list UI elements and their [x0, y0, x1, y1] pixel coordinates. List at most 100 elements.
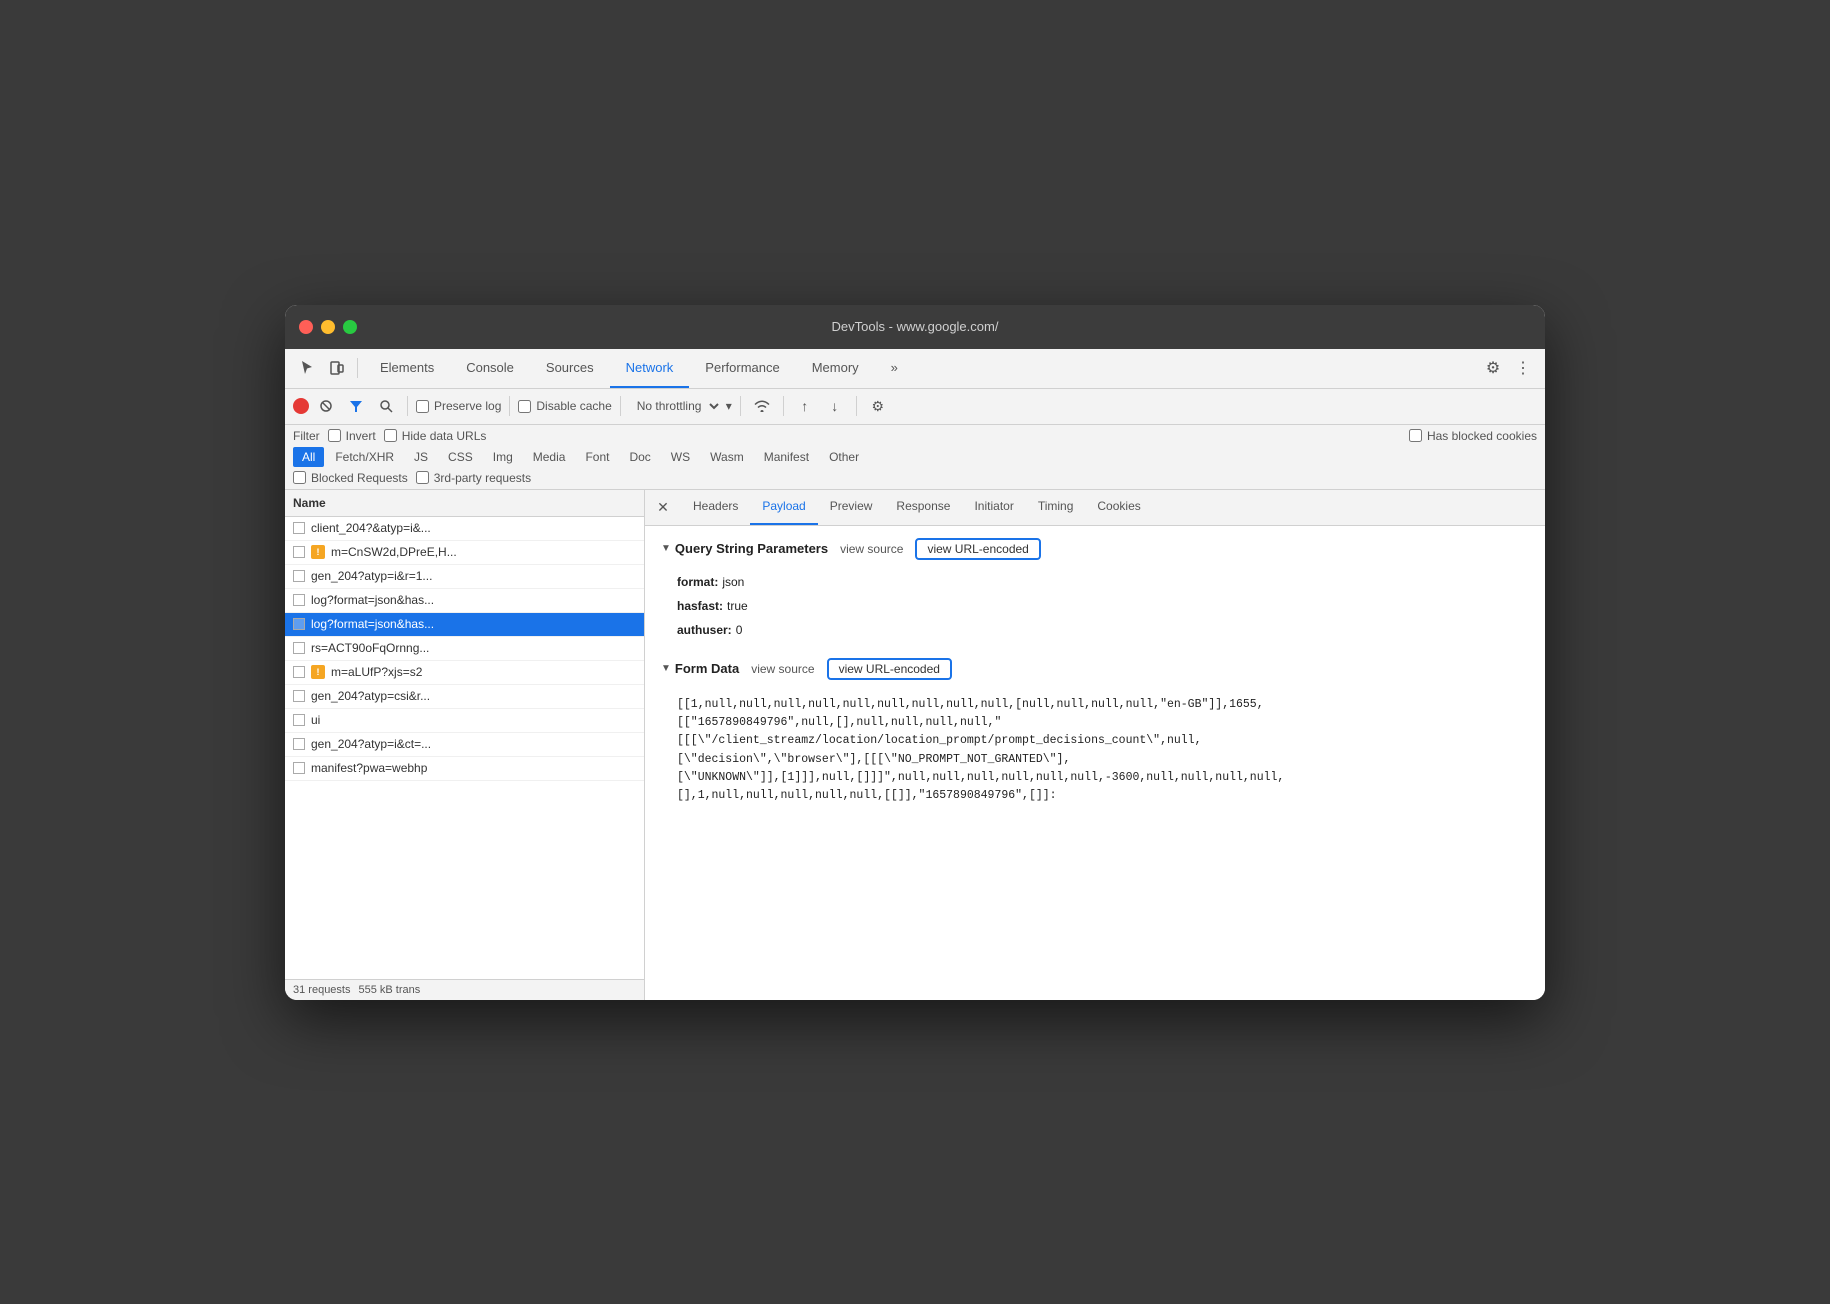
blocked-requests-checkbox[interactable] — [293, 471, 306, 484]
req-checkbox-8[interactable] — [293, 690, 305, 702]
tab-cookies[interactable]: Cookies — [1085, 490, 1152, 526]
record-button[interactable] — [293, 398, 309, 414]
filter-btn-all[interactable]: All — [293, 447, 324, 467]
req-checkbox-5[interactable] — [293, 618, 305, 630]
req-checkbox-3[interactable] — [293, 570, 305, 582]
form-data-view-source[interactable]: view source — [751, 662, 814, 676]
third-party-label[interactable]: 3rd-party requests — [416, 471, 531, 485]
tab-more[interactable]: » — [875, 349, 914, 389]
minimize-button[interactable] — [321, 320, 335, 334]
req-checkbox-6[interactable] — [293, 642, 305, 654]
filter-btn-media[interactable]: Media — [524, 447, 575, 467]
req-name-9: ui — [311, 713, 636, 727]
hide-data-urls-label[interactable]: Hide data URLs — [384, 429, 487, 443]
tab-console[interactable]: Console — [450, 349, 530, 389]
network-settings-icon[interactable]: ⚙ — [865, 393, 891, 419]
request-item-5[interactable]: log?format=json&has... — [285, 613, 644, 637]
third-party-checkbox[interactable] — [416, 471, 429, 484]
more-options-icon[interactable]: ⋮ — [1509, 354, 1537, 382]
wifi-icon[interactable] — [749, 393, 775, 419]
preserve-log-label[interactable]: Preserve log — [416, 399, 501, 413]
param-value-format: json — [722, 573, 744, 591]
tab-timing[interactable]: Timing — [1026, 490, 1086, 526]
tab-preview[interactable]: Preview — [818, 490, 885, 526]
tab-response[interactable]: Response — [884, 490, 962, 526]
preserve-log-checkbox[interactable] — [416, 400, 429, 413]
req-name-2: m=CnSW2d,DPreE,H... — [331, 545, 636, 559]
download-icon[interactable]: ↓ — [822, 393, 848, 419]
filter-btn-css[interactable]: CSS — [439, 447, 482, 467]
request-item-2[interactable]: ! m=CnSW2d,DPreE,H... — [285, 541, 644, 565]
request-item-8[interactable]: gen_204?atyp=csi&r... — [285, 685, 644, 709]
req-checkbox-2[interactable] — [293, 546, 305, 558]
detail-panel: ✕ Headers Payload Preview Response Initi… — [645, 490, 1545, 1000]
top-toolbar: Elements Console Sources Network Perform… — [285, 349, 1545, 389]
filter-btn-doc[interactable]: Doc — [620, 447, 659, 467]
device-toggle-icon[interactable] — [323, 354, 351, 382]
filter-icon[interactable] — [343, 393, 369, 419]
req-checkbox-4[interactable] — [293, 594, 305, 606]
req-checkbox-1[interactable] — [293, 522, 305, 534]
filter-btn-manifest[interactable]: Manifest — [755, 447, 818, 467]
form-data-triangle[interactable]: ▼ — [661, 663, 671, 674]
query-params-triangle[interactable]: ▼ — [661, 543, 671, 554]
blocked-requests-label[interactable]: Blocked Requests — [293, 471, 408, 485]
filter-btn-js[interactable]: JS — [405, 447, 437, 467]
clear-icon[interactable] — [313, 393, 339, 419]
transfer-size: 555 kB trans — [358, 984, 420, 996]
req-checkbox-11[interactable] — [293, 762, 305, 774]
hide-data-urls-checkbox[interactable] — [384, 429, 397, 442]
request-item-10[interactable]: gen_204?atyp=i&ct=... — [285, 733, 644, 757]
throttle-select[interactable]: No throttling — [629, 396, 722, 416]
tab-sources[interactable]: Sources — [530, 349, 610, 389]
req-checkbox-10[interactable] — [293, 738, 305, 750]
request-item-9[interactable]: ui — [285, 709, 644, 733]
search-icon[interactable] — [373, 393, 399, 419]
has-blocked-cookies-checkbox[interactable] — [1409, 429, 1422, 442]
maximize-button[interactable] — [343, 320, 357, 334]
status-bar: 31 requests 555 kB trans — [285, 979, 644, 1000]
request-item-11[interactable]: manifest?pwa=webhp — [285, 757, 644, 781]
tab-initiator[interactable]: Initiator — [962, 490, 1025, 526]
tab-headers[interactable]: Headers — [681, 490, 750, 526]
tab-network[interactable]: Network — [610, 349, 690, 389]
request-item-7[interactable]: ! m=aLUfP?xjs=s2 — [285, 661, 644, 685]
disable-cache-label[interactable]: Disable cache — [518, 399, 611, 413]
query-params-view-source[interactable]: view source — [840, 542, 903, 556]
filter-row3: Blocked Requests 3rd-party requests — [293, 471, 1537, 485]
settings-icon[interactable]: ⚙ — [1479, 354, 1507, 382]
disable-cache-checkbox[interactable] — [518, 400, 531, 413]
tab-performance[interactable]: Performance — [689, 349, 795, 389]
request-list: Name client_204?&atyp=i&... ! m=CnSW2d,D… — [285, 490, 645, 1000]
filter-btn-ws[interactable]: WS — [662, 447, 699, 467]
close-detail-button[interactable]: ✕ — [653, 497, 673, 517]
req-checkbox-7[interactable] — [293, 666, 305, 678]
filter-btn-other[interactable]: Other — [820, 447, 868, 467]
filter-btn-wasm[interactable]: Wasm — [701, 447, 753, 467]
throttle-dropdown-icon[interactable]: ▾ — [726, 399, 732, 413]
filter-btn-font[interactable]: Font — [576, 447, 618, 467]
tab-memory[interactable]: Memory — [796, 349, 875, 389]
filter-btn-img[interactable]: Img — [484, 447, 522, 467]
invert-label[interactable]: Invert — [328, 429, 376, 443]
req-checkbox-9[interactable] — [293, 714, 305, 726]
net-divider2 — [509, 396, 510, 416]
net-divider4 — [740, 396, 741, 416]
request-item-3[interactable]: gen_204?atyp=i&r=1... — [285, 565, 644, 589]
form-data-view-url-encoded[interactable]: view URL-encoded — [827, 658, 952, 680]
devtools-body: Elements Console Sources Network Perform… — [285, 349, 1545, 1000]
query-params-view-url-encoded[interactable]: view URL-encoded — [915, 538, 1040, 560]
request-item-1[interactable]: client_204?&atyp=i&... — [285, 517, 644, 541]
tab-payload[interactable]: Payload — [750, 490, 817, 526]
filter-btn-fetch-xhr[interactable]: Fetch/XHR — [326, 447, 403, 467]
upload-icon[interactable]: ↑ — [792, 393, 818, 419]
cursor-icon[interactable] — [293, 354, 321, 382]
close-button[interactable] — [299, 320, 313, 334]
request-item-4[interactable]: log?format=json&has... — [285, 589, 644, 613]
param-row-authuser: authuser: 0 — [661, 618, 1529, 642]
invert-checkbox[interactable] — [328, 429, 341, 442]
request-item-6[interactable]: rs=ACT90oFqOrnng... — [285, 637, 644, 661]
tab-elements[interactable]: Elements — [364, 349, 450, 389]
main-tabs: Elements Console Sources Network Perform… — [364, 349, 1477, 389]
has-blocked-cookies-label[interactable]: Has blocked cookies — [1409, 429, 1537, 443]
